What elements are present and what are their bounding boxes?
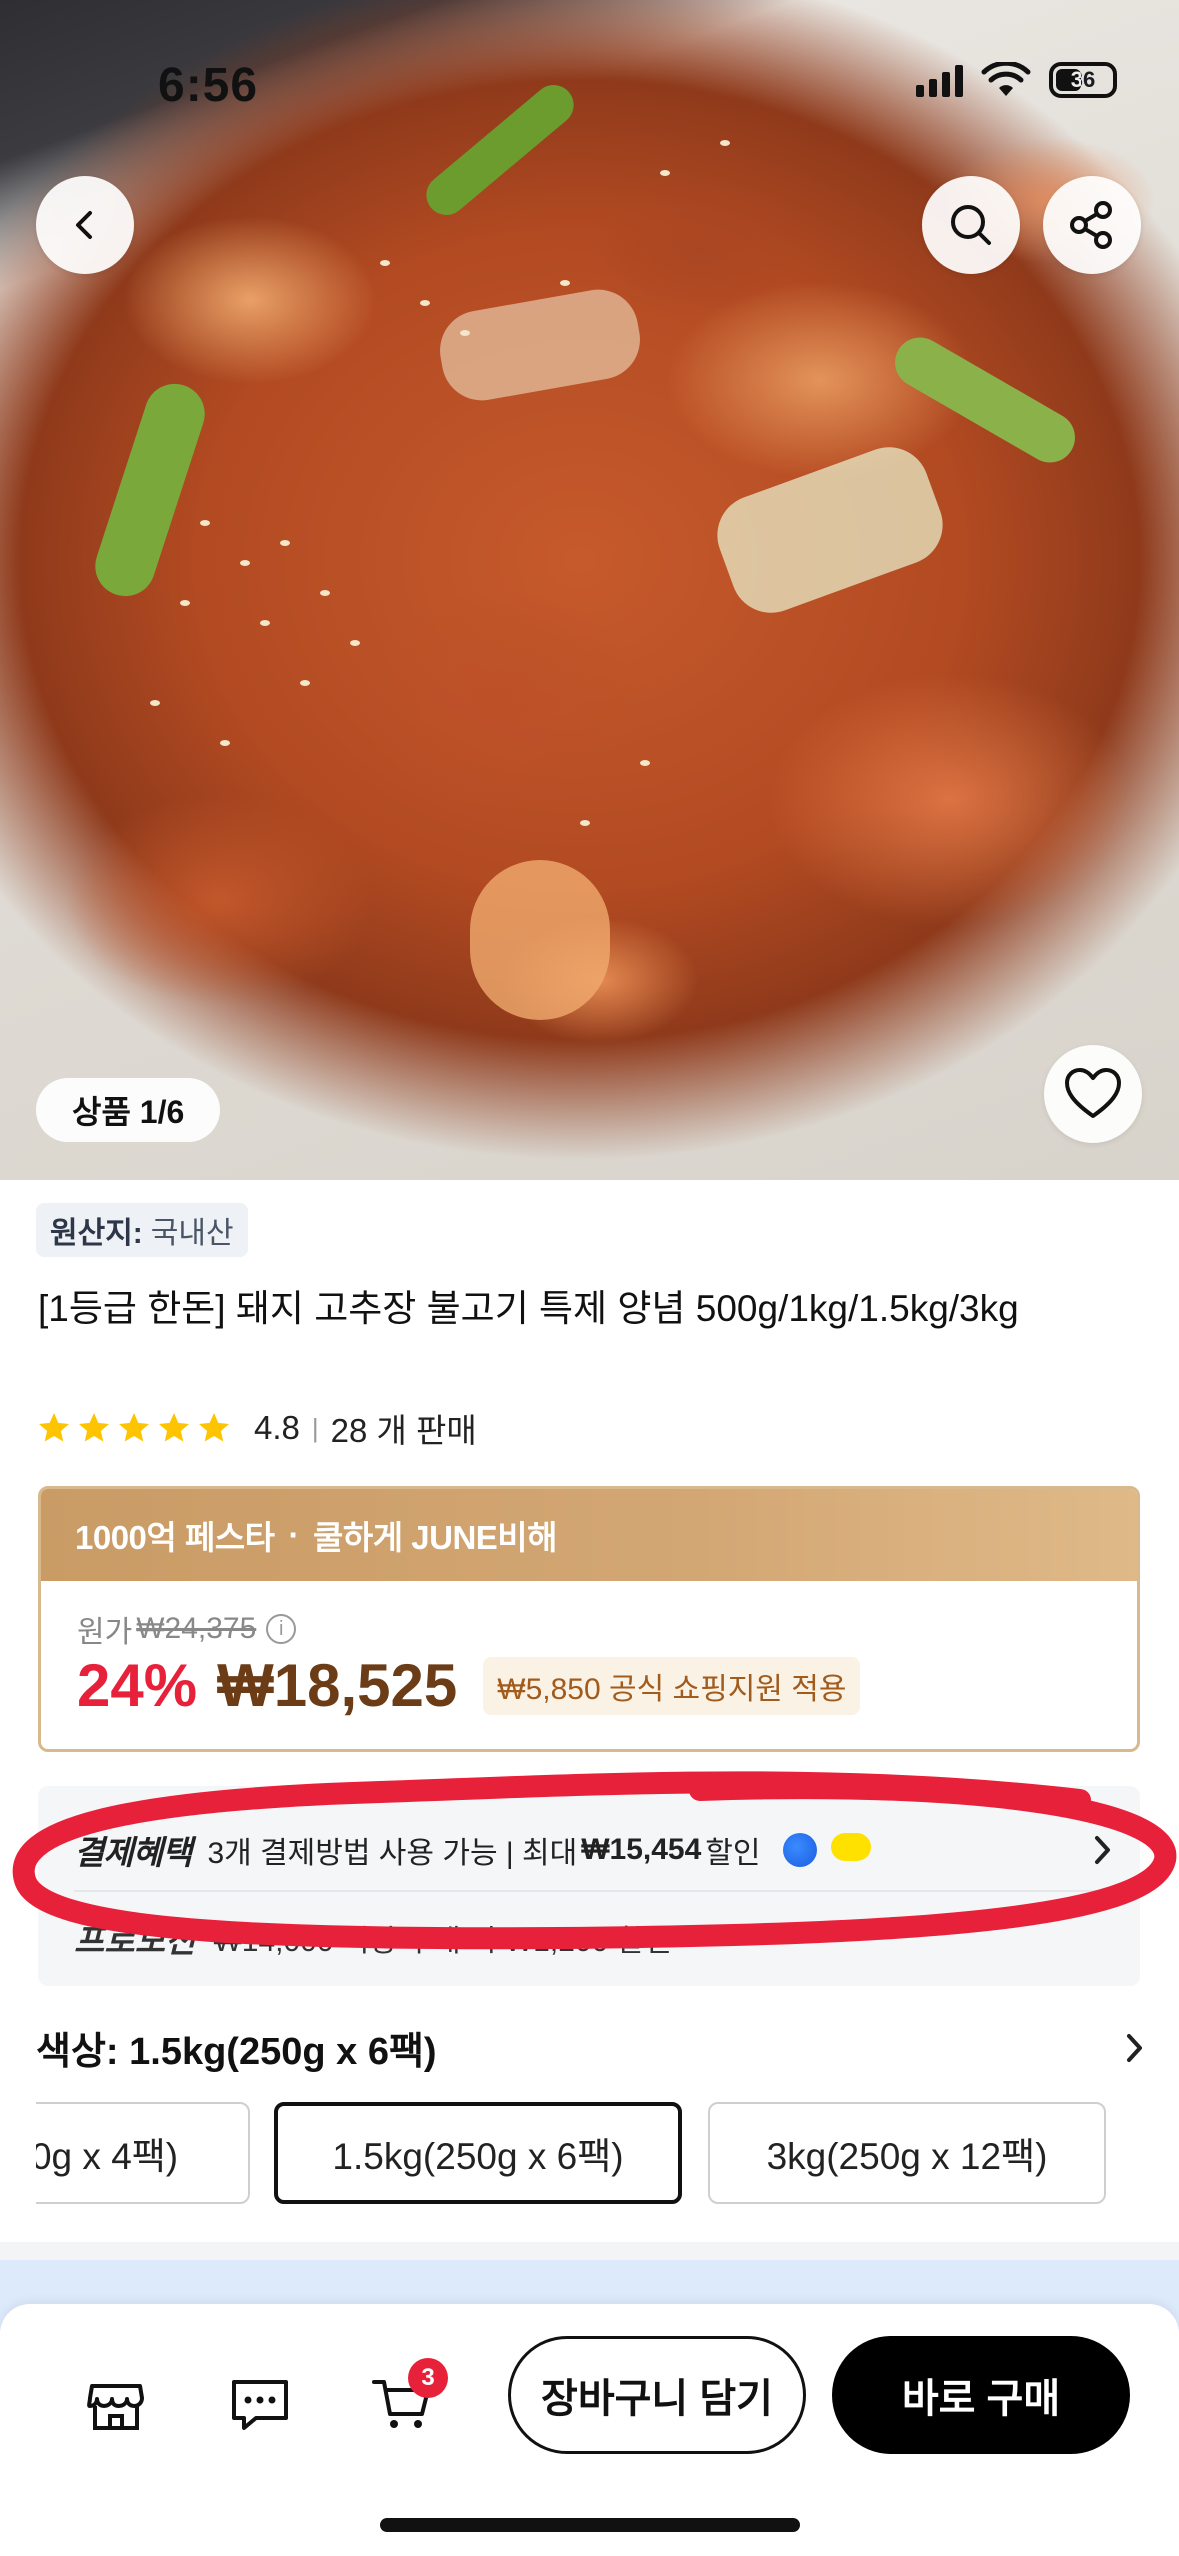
promotion-label: 프로모션: [74, 1922, 196, 1959]
payment-method-icons: [782, 1833, 871, 1867]
promotion-text: ₩14,000 이상 구매 시 ₩1,200 할인: [213, 1925, 672, 1958]
star-icon: [199, 1413, 229, 1442]
chevron-right-icon: [1095, 1836, 1110, 1864]
option-header[interactable]: 색상: 1.5kg(250g x 6팩): [36, 2020, 1146, 2075]
home-indicator[interactable]: [380, 2518, 800, 2532]
food-detail: [433, 283, 647, 407]
status-time: 6:56: [158, 59, 259, 112]
food-detail: [706, 435, 954, 625]
promo-banner[interactable]: 1000억 페스타 · 쿨하게 JUNE비해: [41, 1489, 1137, 1581]
share-icon: [1070, 201, 1112, 249]
option-chip-selected[interactable]: 1.5kg(250g x 6팩): [274, 2102, 682, 2204]
option-selected-label: 색상: 1.5kg(250g x 6팩): [36, 2031, 437, 2073]
food-detail: [885, 328, 1085, 472]
status-bar: 6:56 36: [0, 0, 1179, 150]
star-icon: [39, 1413, 69, 1442]
sales-count: 28 개 판매: [330, 1412, 477, 1449]
rating-row[interactable]: 4.8 | 28 개 판매: [36, 1404, 477, 1452]
rating-value: 4.8: [254, 1409, 300, 1446]
price-row: 24% ₩18,525 ₩5,850 공식 쇼핑지원 적용: [77, 1651, 861, 1720]
info-icon[interactable]: i: [266, 1614, 297, 1644]
product-image[interactable]: [0, 0, 1179, 1180]
chat-icon: [232, 2380, 288, 2430]
chevron-right-icon: [1127, 2033, 1142, 2062]
kakaopay-icon: [830, 1833, 871, 1861]
battery-icon: 36: [1049, 62, 1117, 98]
cart-count-badge: 3: [408, 2358, 448, 2398]
heart-icon: [1065, 1068, 1121, 1118]
banner-dot: ·: [288, 1516, 300, 1553]
section-separator: [0, 2242, 1179, 2260]
store-button[interactable]: [76, 2364, 156, 2444]
buy-now-button[interactable]: 바로 구매: [832, 2336, 1130, 2454]
option-chip[interactable]: 3kg(250g x 12팩): [708, 2102, 1106, 2204]
origin-label: 원산지:: [50, 1217, 143, 1250]
payment-benefit-amount: ₩15,454: [581, 1833, 702, 1866]
payment-benefit-card[interactable]: 결제혜택 3개 결제방법 사용 가능 | 최대 ₩15,454 할인 프로모션 …: [38, 1786, 1140, 1986]
product-title: [1등급 한돈] 돼지 고추장 불고기 특제 양념 500g/1kg/1.5kg…: [38, 1288, 1019, 1329]
promotion-row[interactable]: 프로모션 ₩14,000 이상 구매 시 ₩1,200 할인: [74, 1914, 672, 1962]
chat-button[interactable]: [220, 2364, 300, 2444]
share-button[interactable]: [1043, 176, 1141, 274]
food-detail: [87, 376, 213, 604]
payment-benefit-count: 3개 결제방법 사용 가능 | 최대: [207, 1837, 578, 1870]
price-card: 1000억 페스타 · 쿨하게 JUNE비해 원가 ₩24,375 i 24% …: [38, 1486, 1140, 1752]
banner-event: 1000억 페스타: [75, 1519, 275, 1556]
star-icon: [79, 1413, 109, 1442]
add-to-cart-button[interactable]: 장바구니 담기: [508, 2336, 806, 2454]
banner-promo: 쿨하게 JUNE비해: [313, 1519, 558, 1556]
food-detail: [470, 860, 610, 1020]
origin-value: 국내산: [150, 1217, 234, 1250]
wishlist-button[interactable]: [1044, 1045, 1142, 1143]
benefit-divider: [74, 1890, 1110, 1892]
wifi-icon: [981, 62, 1031, 96]
sale-price: ₩18,525: [217, 1652, 458, 1719]
battery-level: 36: [1070, 67, 1096, 92]
back-button[interactable]: [36, 176, 134, 274]
origin-badge: 원산지: 국내산: [36, 1203, 248, 1257]
search-icon: [951, 205, 991, 245]
cart-button[interactable]: 3: [362, 2358, 448, 2444]
payment-benefit-label: 결제혜택: [74, 1834, 192, 1871]
rating-stars: [36, 1410, 232, 1446]
option-chip-list[interactable]: 1kg(250g x 4팩) 1.5kg(250g x 6팩) 3kg(250g…: [36, 2102, 1179, 2206]
subsidy-badge: ₩5,850 공식 쇼핑지원 적용: [483, 1656, 861, 1715]
payment-benefit-row[interactable]: 결제혜택 3개 결제방법 사용 가능 | 최대 ₩15,454 할인: [74, 1826, 1114, 1874]
discount-rate: 24%: [77, 1652, 198, 1719]
blue-pay-icon: [782, 1833, 817, 1867]
star-icon: [159, 1413, 189, 1442]
option-chip[interactable]: 1kg(250g x 4팩): [36, 2102, 250, 2204]
search-button[interactable]: [922, 176, 1020, 274]
payment-benefit-suffix: 할인: [705, 1837, 761, 1870]
original-price-row: 원가 ₩24,375 i: [77, 1607, 297, 1651]
image-counter: 상품 1/6: [36, 1078, 221, 1142]
back-icon: [76, 211, 92, 239]
original-price-label: 원가: [77, 1616, 133, 1649]
status-icons: 36: [916, 62, 1117, 98]
star-icon: [119, 1413, 149, 1442]
original-price: ₩24,375: [136, 1612, 257, 1645]
store-icon: [87, 2384, 144, 2430]
signal-icon: [916, 63, 963, 97]
rating-separator: |: [311, 1412, 319, 1443]
